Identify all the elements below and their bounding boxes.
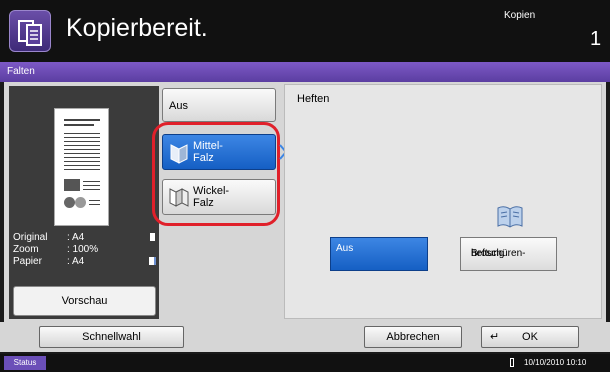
info-value: : A4 xyxy=(67,256,85,267)
status-message: Kopierbereit. xyxy=(66,14,208,42)
stapling-panel: Heften Aus Broschüren- heftung xyxy=(284,84,602,319)
info-row-original: Original : A4 xyxy=(13,232,155,244)
enter-icon: ↵ xyxy=(490,331,500,343)
status-bar: Status 10/10/2010 10:10 xyxy=(0,354,610,372)
stapling-option-broschuerenheftung[interactable]: Broschüren- heftung xyxy=(460,237,557,271)
quick-setup-button[interactable]: Schnellwahl xyxy=(39,326,184,348)
copy-mode-icon[interactable] xyxy=(9,10,51,52)
copier-screen: Kopierbereit. Kopien 1 Falten Original:… xyxy=(0,0,610,372)
copies-label: Kopien xyxy=(504,10,536,21)
ok-label: OK xyxy=(522,331,538,343)
info-value: : A4 xyxy=(67,232,85,243)
preview-panel: Original : A4 Zoom : 100% Papier : A4 Vo… xyxy=(9,86,159,319)
function-title-bar: Falten xyxy=(0,62,610,82)
info-row-zoom: Zoom : 100% xyxy=(13,244,155,256)
fold-option-label: Aus xyxy=(169,100,188,112)
main-panel: Original : A4 Zoom : 100% Papier : A4 Vo… xyxy=(4,82,606,322)
status-button[interactable]: Status xyxy=(4,356,46,370)
cancel-button[interactable]: Abbrechen xyxy=(364,326,462,348)
stapling-option-label: Aus xyxy=(336,243,354,254)
stapling-option-aus[interactable]: Aus xyxy=(330,237,428,271)
stapling-title: Heften xyxy=(297,93,330,105)
copies-count: 1 xyxy=(590,28,602,50)
portrait-icon xyxy=(150,233,155,241)
preview-thumbnail xyxy=(54,108,109,226)
media-icon xyxy=(510,358,514,367)
preview-button[interactable]: Vorschau xyxy=(13,286,156,316)
highlight-ring xyxy=(152,122,280,226)
info-row-papier: Papier : A4 xyxy=(13,256,156,268)
label-line: heftung xyxy=(471,248,505,259)
booklet-icon xyxy=(497,206,523,228)
fold-option-aus[interactable]: Aus xyxy=(162,88,276,122)
datetime: 10/10/2010 10:10 xyxy=(524,358,587,367)
info-value: : 100% xyxy=(67,244,99,255)
header-bar: Kopierbereit. Kopien 1 xyxy=(0,0,610,62)
ok-button[interactable]: ↵ OK xyxy=(481,326,579,348)
info-key: Papier xyxy=(13,256,42,267)
info-key: Zoom xyxy=(13,244,39,255)
paper-icon xyxy=(149,257,156,265)
function-title: Falten xyxy=(7,66,35,77)
bottom-bar: Schnellwahl Abbrechen ↵ OK xyxy=(0,322,610,352)
preview-info: Original : A4 Zoom : 100% Papier : A4 xyxy=(13,232,156,268)
info-key: Original xyxy=(13,232,48,243)
